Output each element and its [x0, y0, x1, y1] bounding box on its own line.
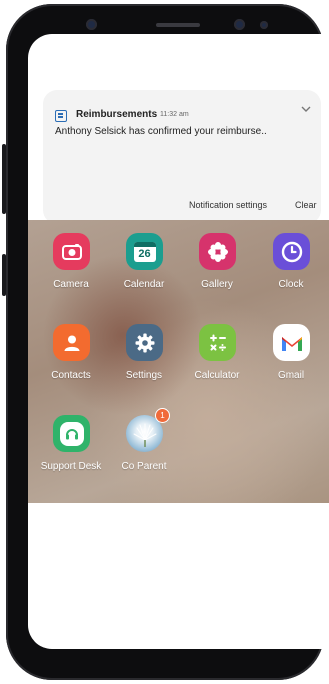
app-gallery[interactable]: Gallery — [185, 233, 249, 305]
phone-bottom-bezel — [6, 653, 324, 680]
flower-icon — [199, 233, 236, 270]
app-label: Calendar — [123, 279, 165, 290]
front-camera-icon — [86, 19, 97, 30]
notification-time: 11:32 am — [160, 111, 189, 118]
app-label: Contacts — [51, 370, 91, 381]
app-calculator[interactable]: Calculator — [185, 324, 249, 396]
app-label: Co Parent — [121, 461, 167, 472]
power-button — [2, 254, 6, 296]
notification-card[interactable]: Reimbursements 11:32 am Anthony Selsick … — [43, 90, 321, 224]
clock-icon — [273, 233, 310, 270]
app-clock[interactable]: Clock — [259, 233, 323, 305]
app-label: Gmail — [277, 370, 305, 381]
app-support-desk[interactable]: Support Desk — [39, 415, 103, 487]
app-label: Clock — [278, 279, 304, 290]
gear-icon — [126, 324, 163, 361]
app-settings[interactable]: Settings — [112, 324, 176, 396]
notification-badge: 1 — [156, 409, 169, 422]
camera-icon — [53, 233, 90, 270]
clear-button[interactable]: Clear — [295, 200, 317, 210]
calculator-icon — [199, 324, 236, 361]
gmail-icon — [273, 324, 310, 361]
app-label: Support Desk — [40, 461, 102, 472]
chevron-down-icon[interactable] — [301, 104, 311, 116]
person-icon — [53, 324, 90, 361]
iris-sensor-icon — [260, 21, 268, 29]
sensor-icon — [234, 19, 245, 30]
app-camera[interactable]: Camera — [39, 233, 103, 305]
notification-settings-button[interactable]: Notification settings — [189, 200, 267, 210]
calendar-icon: 26 — [126, 233, 163, 270]
notification-app-name: Reimbursements — [76, 109, 158, 120]
phone-screen: Reimbursements 11:32 am Anthony Selsick … — [28, 34, 329, 649]
headset-icon — [53, 415, 90, 452]
notification-message: Anthony Selsick has confirmed your reimb… — [55, 126, 267, 137]
app-calendar[interactable]: 26 Calendar — [112, 233, 176, 305]
app-label: Gallery — [201, 279, 233, 290]
home-screen-app-grid: Camera 26 Calendar Gallery Clock Contact… — [28, 220, 329, 503]
app-gmail[interactable]: Gmail — [259, 324, 323, 396]
reimbursements-app-icon — [55, 110, 67, 122]
earpiece-speaker — [156, 23, 200, 27]
volume-button — [2, 144, 6, 214]
app-label: Camera — [53, 279, 89, 290]
calendar-date: 26 — [138, 247, 151, 260]
app-label: Calculator — [194, 370, 240, 381]
app-co-parent[interactable]: 1 Co Parent — [112, 409, 176, 487]
app-label: Settings — [125, 370, 163, 381]
app-contacts[interactable]: Contacts — [39, 324, 103, 396]
